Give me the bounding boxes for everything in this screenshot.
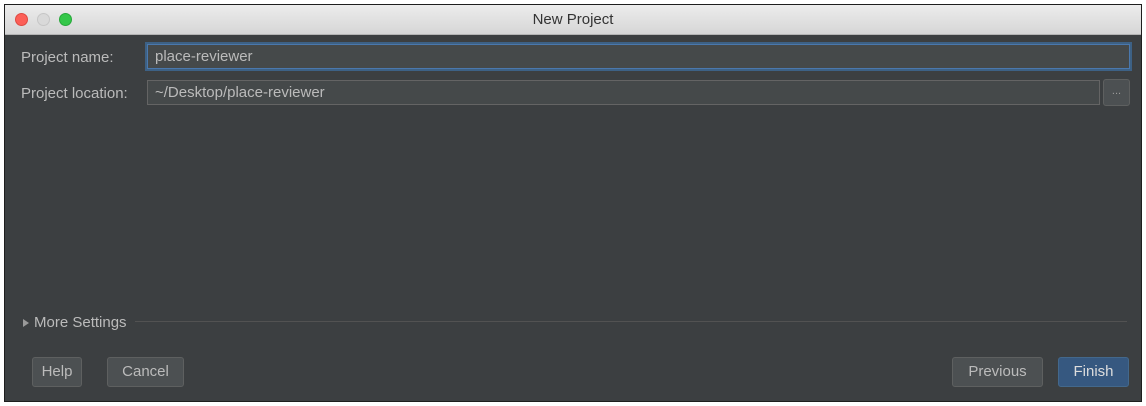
project-location-input[interactable]: ~/Desktop/place-reviewer	[147, 80, 1100, 105]
title-bar[interactable]: New Project	[5, 5, 1141, 35]
ellipsis-icon: ...	[1111, 85, 1122, 97]
cancel-button[interactable]: Cancel	[107, 357, 184, 387]
browse-button[interactable]: ...	[1103, 79, 1130, 106]
new-project-dialog: New Project Project name: place-reviewer…	[4, 4, 1142, 402]
more-settings-separator	[135, 321, 1127, 322]
help-button[interactable]: Help	[32, 357, 82, 387]
finish-button[interactable]: Finish	[1058, 357, 1129, 387]
project-name-label: Project name:	[21, 49, 114, 66]
more-settings-label: More Settings	[34, 314, 127, 331]
project-location-label: Project location:	[21, 85, 128, 102]
project-name-input[interactable]: place-reviewer	[147, 44, 1130, 69]
disclosure-triangle-icon	[23, 319, 29, 327]
window-title: New Project	[532, 11, 614, 28]
previous-button[interactable]: Previous	[952, 357, 1043, 387]
